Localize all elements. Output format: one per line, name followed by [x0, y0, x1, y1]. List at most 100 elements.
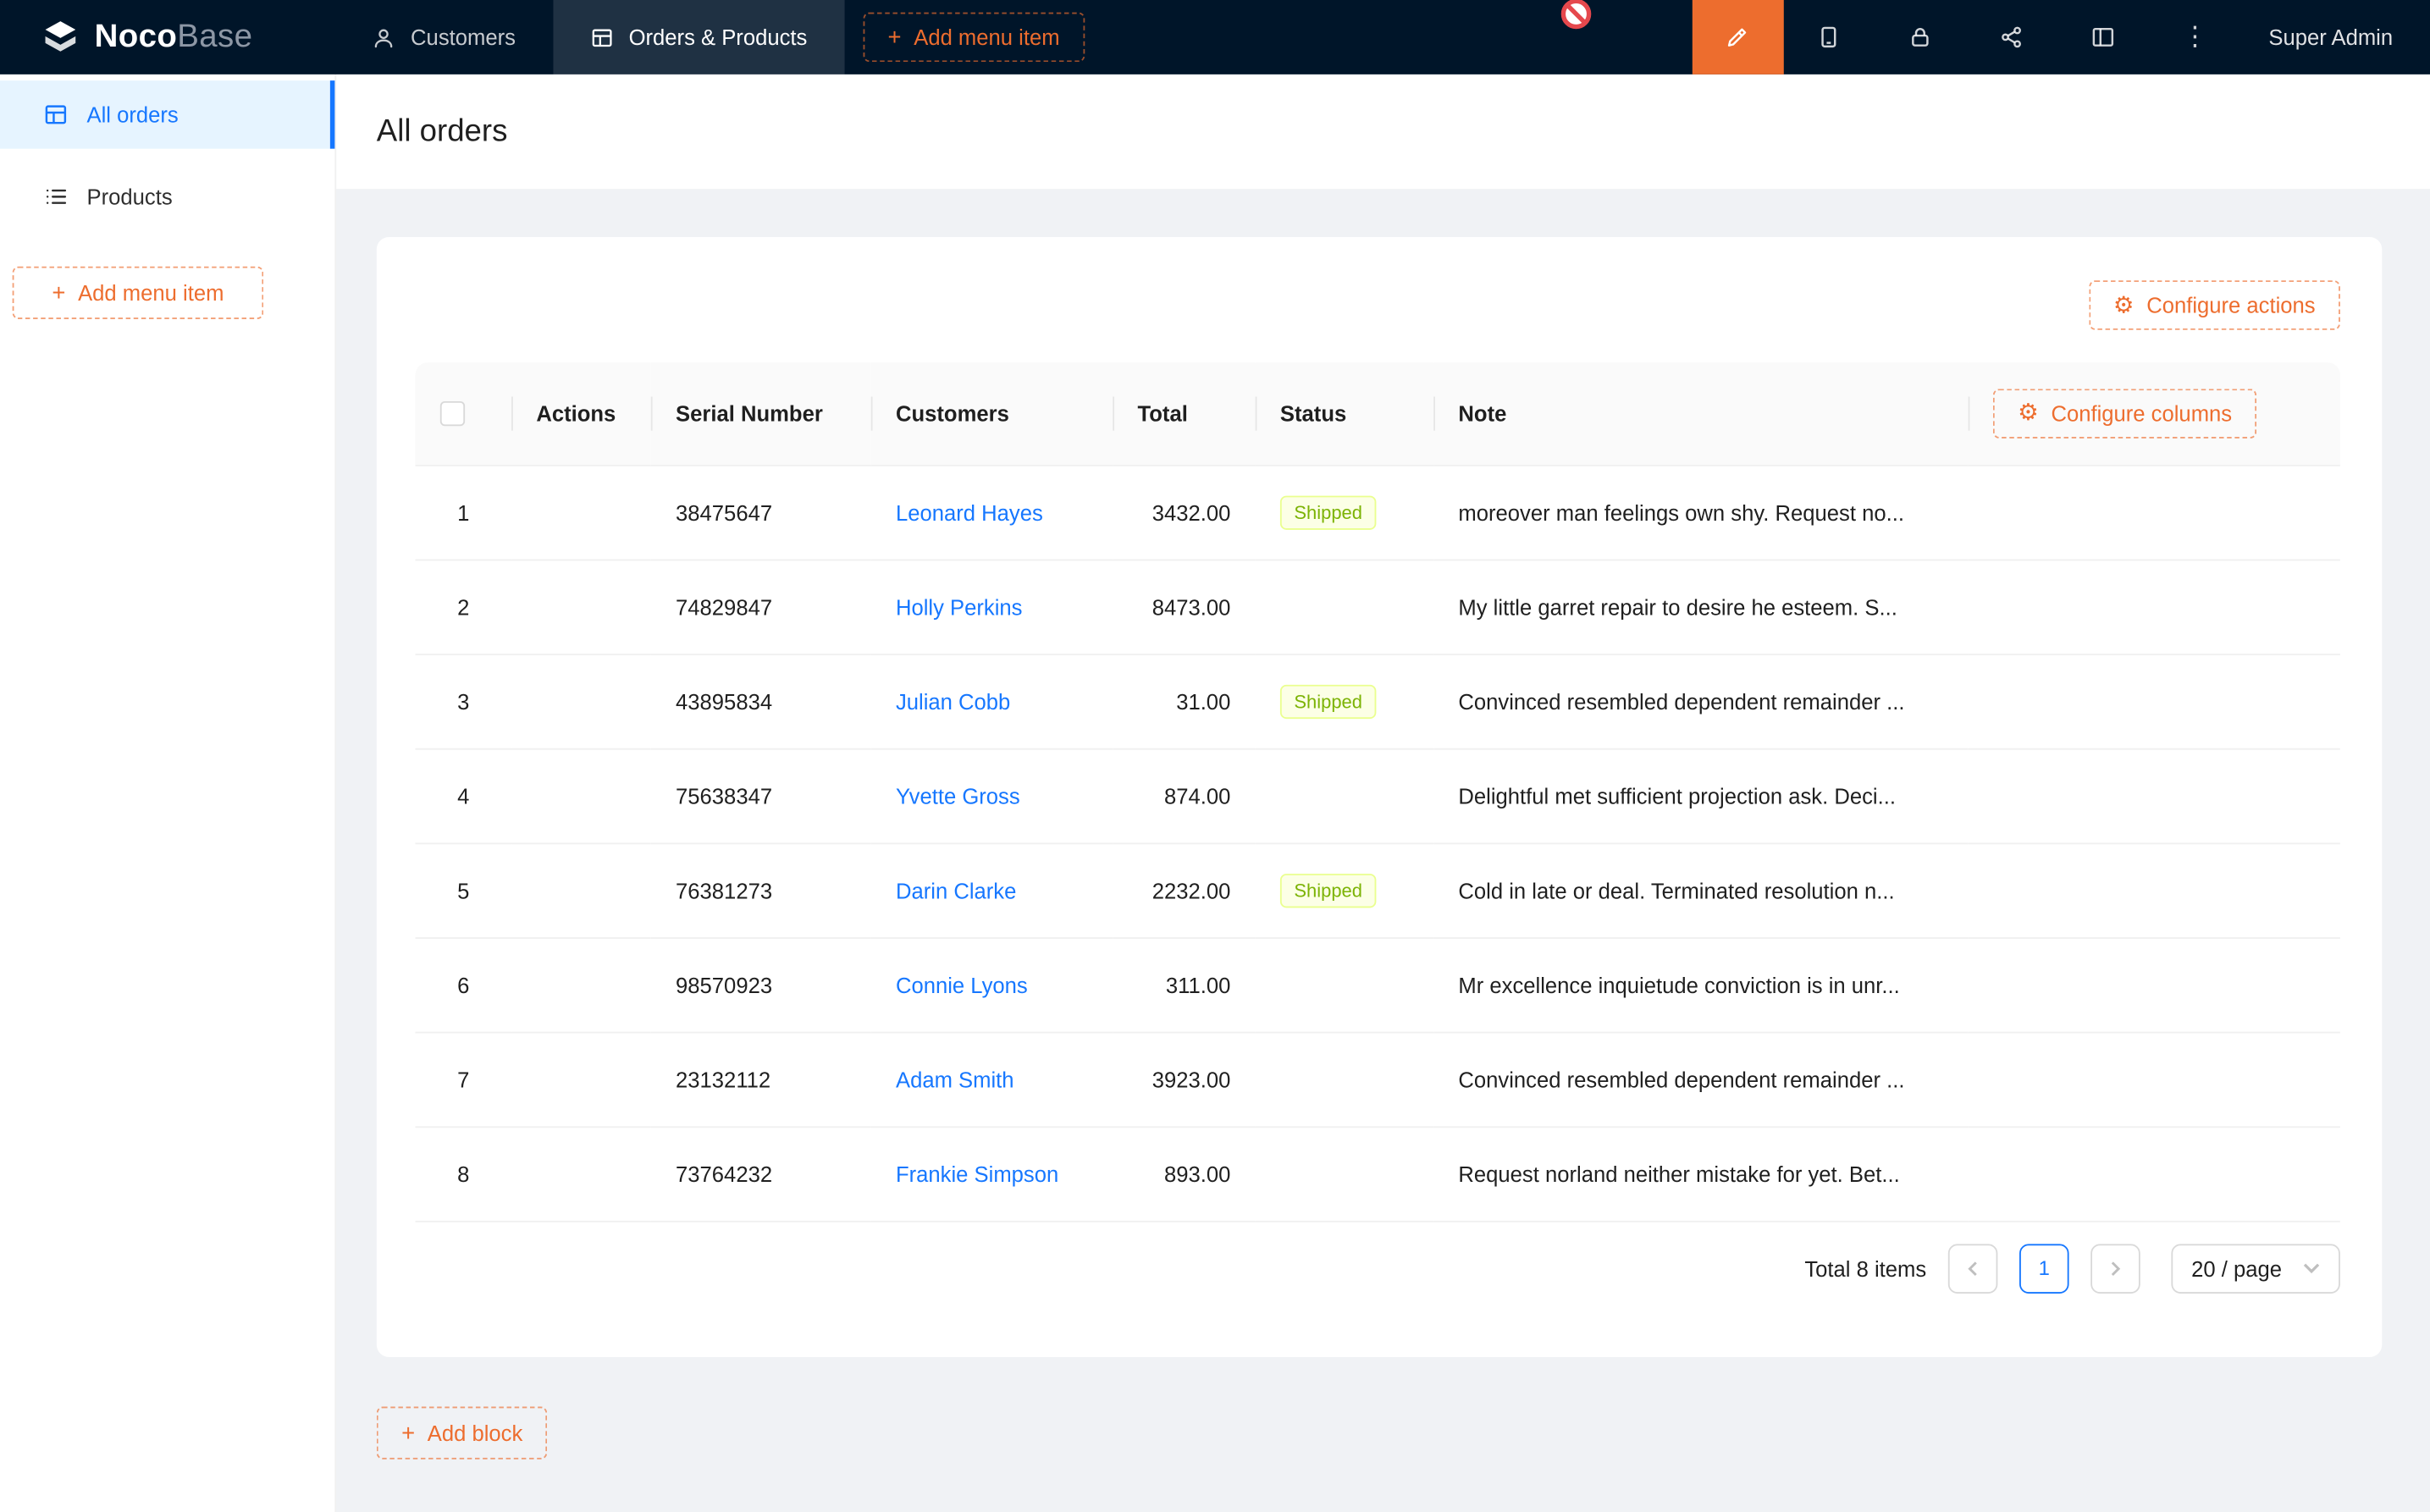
more-button[interactable]: ⋮: [2149, 0, 2240, 74]
api-icon: [2000, 25, 2024, 49]
table-row[interactable]: 4 75638347 Yvette Gross 874.00 Delightfu…: [416, 748, 2340, 843]
column-header-customers: Customers: [896, 400, 1009, 425]
status-badge: Shipped: [1280, 684, 1377, 718]
row-index: 3: [457, 688, 469, 713]
select-all-checkbox[interactable]: [440, 402, 465, 427]
logo-text: NocoBase: [95, 19, 253, 56]
add-menu-item-button-header[interactable]: + Add menu item: [863, 13, 1085, 63]
logo-icon: [41, 17, 81, 58]
customer-link[interactable]: Holly Perkins: [896, 594, 1023, 619]
row-index: 7: [457, 1067, 469, 1091]
configure-columns-button[interactable]: ⚙ Configure columns: [1993, 389, 2257, 439]
table-row[interactable]: 7 23132112 Adam Smith 3923.00 Convinced …: [416, 1032, 2340, 1127]
table-row[interactable]: 2 74829847 Holly Perkins 8473.00 My litt…: [416, 560, 2340, 654]
nav-item-label: Orders & Products: [629, 25, 808, 49]
logo[interactable]: NocoBase: [0, 0, 334, 74]
ui-editor-button[interactable]: [1692, 0, 1783, 74]
serial-number: 74829847: [676, 594, 772, 619]
row-index: 6: [457, 972, 469, 996]
order-total: 8473.00: [1152, 594, 1231, 619]
column-header-total: Total: [1138, 400, 1188, 425]
table-row[interactable]: 1 38475647 Leonard Hayes 3432.00 Shipped…: [416, 465, 2340, 560]
customer-link[interactable]: Leonard Hayes: [896, 499, 1043, 524]
page-number-button[interactable]: 1: [2019, 1243, 2069, 1293]
serial-number: 73764232: [676, 1162, 772, 1186]
lock-button[interactable]: [1875, 0, 1966, 74]
add-menu-item-label: Add menu item: [914, 25, 1059, 49]
screen: NocoBase Customers Orders & Products + A…: [0, 0, 2430, 1512]
highlighter-icon: [1726, 25, 1750, 49]
main-area: All orders ⚙ Configure actions: [336, 74, 2430, 1512]
logo-base: Base: [177, 19, 252, 54]
table-row[interactable]: 6 98570923 Connie Lyons 311.00 Mr excell…: [416, 937, 2340, 1032]
order-total: 874.00: [1164, 783, 1230, 808]
order-total: 893.00: [1164, 1162, 1230, 1186]
row-index: 2: [457, 594, 469, 619]
user-menu[interactable]: Super Admin: [2240, 0, 2430, 74]
column-header-status: Status: [1280, 400, 1346, 425]
serial-number: 98570923: [676, 972, 772, 996]
nav-item-label: Customers: [411, 25, 516, 49]
customer-link[interactable]: Adam Smith: [896, 1067, 1014, 1091]
pagination: Total 8 items 1 20 / page: [416, 1243, 2340, 1293]
total-items-text: Total 8 items: [1804, 1255, 1926, 1280]
order-total: 3432.00: [1152, 499, 1231, 524]
app-header: NocoBase Customers Orders & Products + A…: [0, 0, 2430, 74]
header-actions: ⋮ Super Admin: [1692, 0, 2430, 74]
customer-link[interactable]: Yvette Gross: [896, 783, 1020, 808]
no-entry-cursor-icon: [1559, 0, 1593, 31]
sidebar-item-all-orders[interactable]: All orders: [0, 80, 334, 149]
configure-columns-label: Configure columns: [2051, 400, 2232, 425]
row-index: 5: [457, 878, 469, 902]
customer-link[interactable]: Darin Clarke: [896, 878, 1016, 902]
add-menu-item-button-sidebar[interactable]: + Add menu item: [13, 267, 264, 319]
table-row[interactable]: 3 43895834 Julian Cobb 31.00 Shipped Con…: [416, 654, 2340, 748]
note-text: moreover man feelings own shy. Request n…: [1458, 499, 1904, 524]
table-row[interactable]: 5 76381273 Darin Clarke 2232.00 Shipped …: [416, 842, 2340, 937]
mobile-preview-button[interactable]: [1783, 0, 1875, 74]
add-menu-item-label: Add menu item: [78, 280, 224, 305]
mobile-icon: [1817, 25, 1842, 49]
serial-number: 23132112: [676, 1067, 770, 1091]
chevron-down-icon: [2303, 1260, 2320, 1277]
nav-item-customers[interactable]: Customers: [334, 0, 553, 74]
page-size-select[interactable]: 20 / page: [2171, 1243, 2340, 1293]
app: NocoBase Customers Orders & Products + A…: [0, 0, 2430, 1512]
add-block-button[interactable]: + Add block: [377, 1407, 548, 1460]
gear-icon: ⚙: [2113, 294, 2135, 317]
list-icon: [43, 185, 68, 209]
page-header: All orders: [336, 74, 2430, 189]
configure-actions-label: Configure actions: [2146, 293, 2315, 317]
configure-actions-button[interactable]: ⚙ Configure actions: [2089, 280, 2340, 330]
customer-link[interactable]: Connie Lyons: [896, 972, 1028, 996]
row-actions-cell: [511, 842, 651, 937]
next-page-button[interactable]: [2090, 1243, 2140, 1293]
orders-table: Actions Serial Number Customers Total St…: [416, 362, 2340, 1222]
note-text: Delightful met sufficient projection ask…: [1458, 783, 1896, 808]
note-text: Mr excellence inquietude conviction is i…: [1458, 972, 1899, 996]
customer-link[interactable]: Julian Cobb: [896, 688, 1010, 713]
layout-button[interactable]: [2057, 0, 2149, 74]
row-actions-cell: [511, 465, 651, 560]
table-header-row: Actions Serial Number Customers Total St…: [416, 362, 2340, 465]
plus-icon: +: [401, 1421, 415, 1444]
previous-page-button[interactable]: [1948, 1243, 1998, 1293]
layout-icon: [2091, 25, 2116, 49]
serial-number: 76381273: [676, 878, 772, 902]
table-row[interactable]: 8 73764232 Frankie Simpson 893.00 Reques…: [416, 1126, 2340, 1221]
gear-icon: ⚙: [2018, 401, 2039, 424]
note-text: Convinced resembled dependent remainder …: [1458, 1067, 1904, 1091]
note-text: Convinced resembled dependent remainder …: [1458, 688, 1904, 713]
top-nav: Customers Orders & Products + Add menu i…: [334, 0, 1085, 74]
lock-icon: [1908, 25, 1933, 49]
sidebar-item-products[interactable]: Products: [0, 163, 334, 231]
nav-item-orders-products[interactable]: Orders & Products: [553, 0, 844, 74]
customer-link[interactable]: Frankie Simpson: [896, 1162, 1058, 1186]
page-title: All orders: [377, 113, 508, 149]
page-content: ⚙ Configure actions Actions Serial Numbe…: [336, 189, 2430, 1512]
row-actions-cell: [511, 654, 651, 748]
api-button[interactable]: [1966, 0, 2057, 74]
status-badge: Shipped: [1280, 873, 1377, 907]
column-header-serial-number: Serial Number: [676, 400, 823, 425]
table-toolbar: ⚙ Configure actions: [416, 280, 2340, 330]
